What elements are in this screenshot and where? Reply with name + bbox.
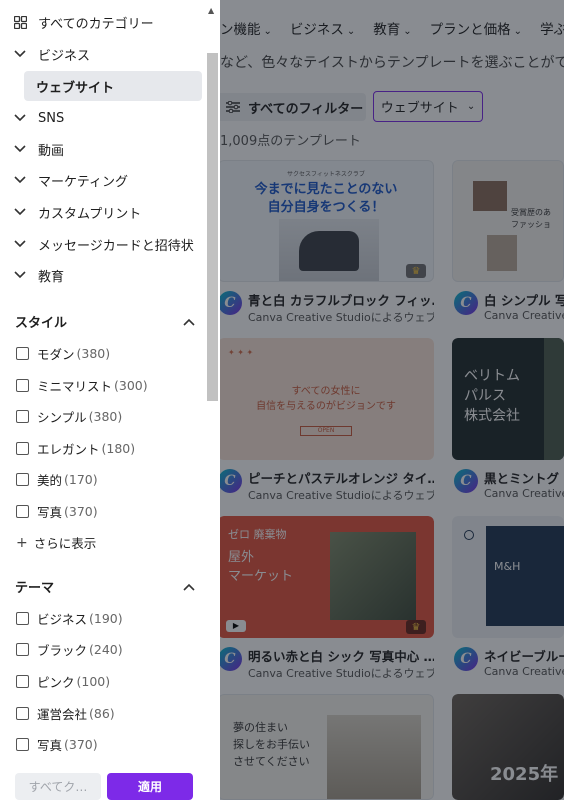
- style-option-minimalist[interactable]: ミニマリスト (300): [16, 376, 148, 395]
- show-more-link[interactable]: + さらに表示: [16, 533, 96, 552]
- category-label: SNS: [38, 110, 65, 126]
- subcategory-website[interactable]: ウェブサイト: [24, 71, 202, 101]
- checkbox[interactable]: [16, 347, 29, 360]
- plus-icon: +: [16, 534, 28, 551]
- all-categories-label: すべてのカテゴリー: [38, 16, 154, 32]
- chevron-down-icon: [14, 208, 28, 216]
- grid-icon: [14, 15, 28, 29]
- chevron-up-icon: [183, 318, 195, 326]
- style-option-aesthetic[interactable]: 美的 (170): [16, 470, 98, 489]
- scroll-up-arrow-icon[interactable]: ▲: [208, 6, 214, 15]
- chevron-down-icon: [14, 114, 28, 122]
- theme-option-black[interactable]: ブラック (240): [16, 640, 123, 659]
- style-option-simple[interactable]: シンプル (380): [16, 407, 122, 426]
- category-label: カスタムプリント: [38, 206, 142, 222]
- theme-option-pink[interactable]: ピンク (100): [16, 672, 110, 691]
- checkbox[interactable]: [16, 505, 29, 518]
- category-cards-invitations[interactable]: メッセージカードと招待状: [0, 229, 204, 259]
- theme-option-photo[interactable]: 写真 (370): [16, 735, 98, 754]
- panel-footer: すべてク… 適用: [0, 765, 206, 800]
- category-sns[interactable]: SNS: [0, 103, 204, 133]
- theme-section-header[interactable]: テーマ: [15, 577, 195, 596]
- chevron-down-icon: [14, 145, 28, 153]
- checkbox[interactable]: [16, 379, 29, 392]
- subcategory-label: ウェブサイト: [36, 80, 115, 96]
- checkbox[interactable]: [16, 643, 29, 656]
- chevron-down-icon: [14, 50, 28, 58]
- style-section-title: スタイル: [15, 316, 68, 331]
- category-video[interactable]: 動画: [0, 134, 204, 164]
- clear-all-button[interactable]: すべてク…: [15, 773, 101, 800]
- style-option-photo[interactable]: 写真 (370): [16, 502, 98, 521]
- chevron-up-icon: [183, 583, 195, 591]
- checkbox[interactable]: [16, 410, 29, 423]
- category-label: メッセージカードと招待状: [38, 238, 194, 254]
- style-section-header[interactable]: スタイル: [15, 312, 195, 331]
- checkbox[interactable]: [16, 442, 29, 455]
- style-option-modern[interactable]: モダン (380): [16, 344, 110, 363]
- category-label: ビジネス: [38, 48, 91, 64]
- checkbox[interactable]: [16, 707, 29, 720]
- checkbox[interactable]: [16, 738, 29, 751]
- scrollbar-thumb[interactable]: [207, 53, 218, 401]
- category-business[interactable]: ビジネス: [0, 39, 204, 69]
- apply-button[interactable]: 適用: [107, 773, 193, 800]
- category-marketing[interactable]: マーケティング: [0, 165, 204, 195]
- category-label: マーケティング: [38, 174, 128, 190]
- style-option-elegant[interactable]: エレガント (180): [16, 439, 135, 458]
- chevron-down-icon: [14, 176, 28, 184]
- theme-option-operating-company[interactable]: 運営会社 (86): [16, 704, 115, 723]
- theme-section-title: テーマ: [15, 581, 55, 596]
- chevron-down-icon: [14, 240, 28, 248]
- category-label: 教育: [38, 269, 65, 285]
- theme-option-business[interactable]: ビジネス (190): [16, 609, 123, 628]
- category-label: 動画: [38, 143, 65, 159]
- filter-panel: すべてのカテゴリー ビジネス ウェブサイト SNS 動画 マーケティング カスタ…: [0, 0, 220, 800]
- all-categories-item[interactable]: すべてのカテゴリー: [0, 7, 204, 37]
- checkbox[interactable]: [16, 612, 29, 625]
- category-custom-print[interactable]: カスタムプリント: [0, 197, 204, 227]
- checkbox[interactable]: [16, 473, 29, 486]
- chevron-down-icon: [14, 271, 28, 279]
- category-education[interactable]: 教育: [0, 260, 204, 290]
- checkbox[interactable]: [16, 675, 29, 688]
